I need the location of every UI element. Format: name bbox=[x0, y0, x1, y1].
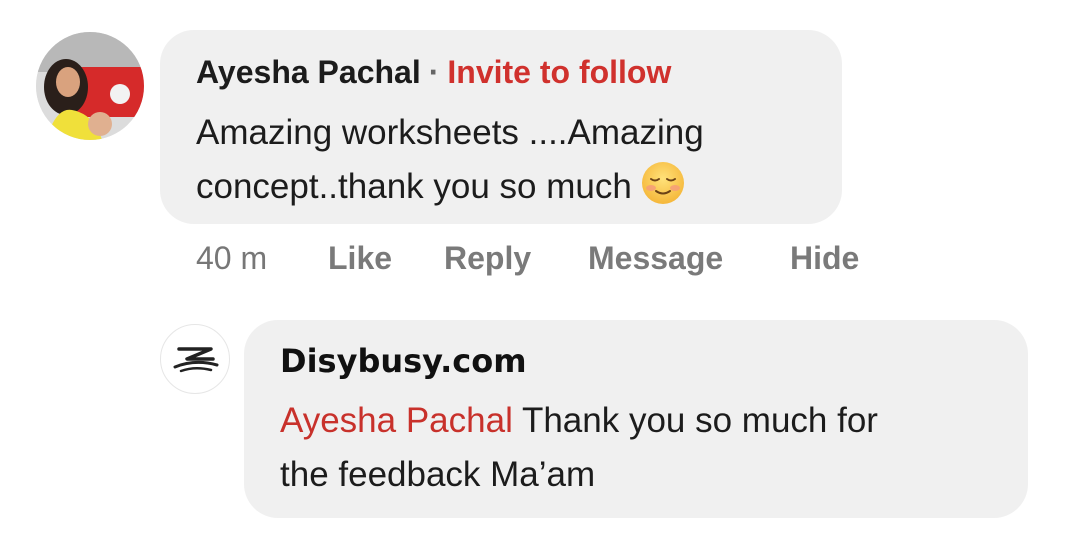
comment-text-line-2-content: concept..thank you so much bbox=[196, 167, 632, 206]
reply-text-line-2: the feedback Ma’am bbox=[280, 455, 596, 494]
comment-bubble: Ayesha Pachal · Invite to follow Amazing w… bbox=[160, 30, 842, 224]
comment-text-line-1: Amazing worksheets ....Amazing bbox=[196, 113, 704, 152]
comment-text: Amazing worksheets ....Amazing concept..… bbox=[196, 106, 704, 214]
reply-bubble: Disybusy.com Ayesha Pachal Thank you so … bbox=[244, 320, 1028, 518]
separator-dot: · bbox=[428, 54, 440, 90]
smiling-blush-emoji-icon bbox=[641, 162, 684, 204]
disybusy-logo-icon bbox=[173, 347, 219, 373]
comment-author-line: Ayesha Pachal · Invite to follow bbox=[196, 54, 671, 91]
reply-text-line-1-rest: Thank you so much for bbox=[512, 401, 878, 440]
reply-button[interactable]: Reply bbox=[444, 240, 531, 277]
comment-timestamp: 40 m bbox=[196, 240, 268, 276]
reply-text: Ayesha Pachal Thank you so much for the … bbox=[280, 394, 878, 502]
hide-button[interactable]: Hide bbox=[790, 240, 859, 277]
mention-link[interactable]: Ayesha Pachal bbox=[280, 401, 513, 440]
like-button[interactable]: Like bbox=[328, 240, 392, 277]
site-avatar[interactable] bbox=[160, 324, 230, 394]
message-button[interactable]: Message bbox=[588, 240, 723, 277]
reply-author-name[interactable]: Disybusy.com bbox=[280, 342, 527, 380]
invite-to-follow-link[interactable]: Invite to follow bbox=[447, 54, 671, 90]
commenter-avatar[interactable] bbox=[36, 32, 144, 140]
avatar-photo bbox=[36, 32, 144, 140]
comment-text-line-2: concept..thank you so much bbox=[196, 160, 704, 214]
reply-text-line-1: Ayesha Pachal Thank you so much for bbox=[280, 394, 878, 448]
comment-author-name[interactable]: Ayesha Pachal bbox=[196, 54, 421, 90]
